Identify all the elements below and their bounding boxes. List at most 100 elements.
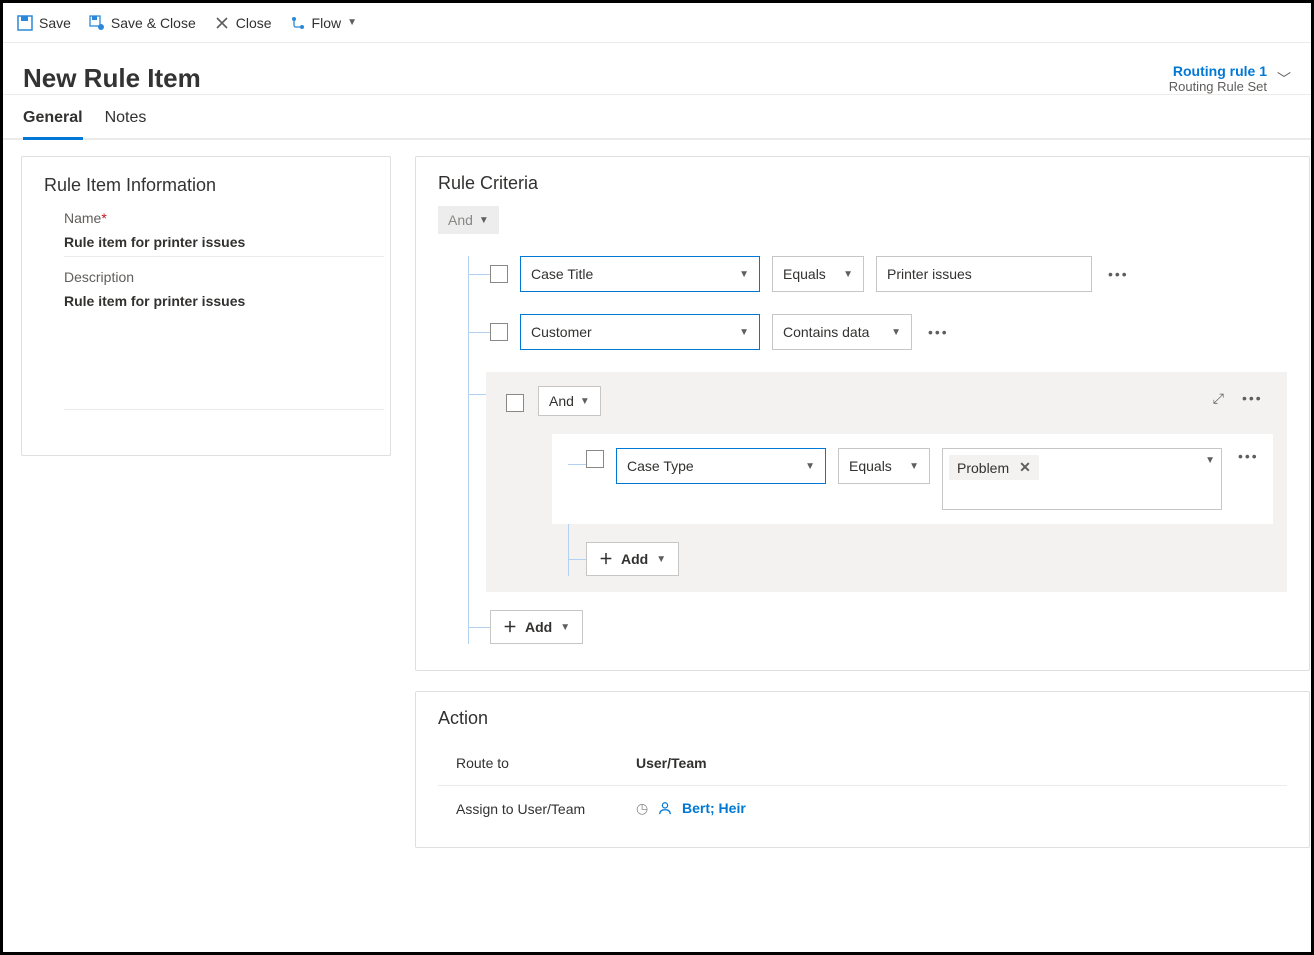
header-right: Routing rule 1 Routing Rule Set ﹀	[1169, 63, 1291, 94]
field-select[interactable]: Case Title ▼	[520, 256, 760, 292]
recent-icon: ◷	[636, 800, 648, 816]
criteria-row: Case Title ▼ Equals ▼ Printer issues •••	[444, 256, 1287, 292]
desc-label: Description	[64, 269, 134, 285]
row-more-icon[interactable]: •••	[1104, 266, 1133, 282]
page-title: New Rule Item	[23, 63, 201, 94]
rule-info-card: Rule Item Information Name* Rule item fo…	[21, 156, 391, 456]
close-label: Close	[236, 15, 272, 31]
flow-label: Flow	[312, 15, 342, 31]
chevron-down-icon: ▼	[891, 327, 901, 338]
save-close-label: Save & Close	[111, 15, 196, 31]
route-to-value[interactable]: User/Team	[636, 755, 707, 771]
chevron-down-icon: ▼	[560, 622, 570, 633]
field-select-label: Case Title	[531, 266, 593, 282]
value-tag: Problem ✕	[949, 455, 1039, 480]
flow-icon	[290, 15, 306, 31]
criteria-row: Customer ▼ Contains data ▼ •••	[444, 314, 1287, 350]
collapse-icon[interactable]: ⤢	[1213, 390, 1224, 407]
name-value[interactable]: Rule item for printer issues	[64, 234, 368, 250]
assign-value-wrapper[interactable]: ◷ Bert; Heir	[636, 800, 746, 817]
chevron-down-icon: ▼	[805, 461, 815, 472]
chevron-down-icon: ▼	[580, 396, 590, 407]
add-label: Add	[525, 619, 552, 635]
add-outer-button[interactable]: ＋ Add ▼	[490, 610, 583, 644]
tag-label: Problem	[957, 460, 1009, 476]
rule-criteria-title: Rule Criteria	[438, 173, 1287, 194]
row-more-icon[interactable]: •••	[924, 324, 953, 340]
field-select-label: Customer	[531, 324, 592, 340]
tab-general[interactable]: General	[23, 109, 83, 140]
person-icon	[658, 800, 676, 816]
group-logic-label: And	[549, 393, 574, 409]
field-separator	[64, 256, 384, 257]
save-button[interactable]: Save	[17, 15, 71, 31]
operator-select[interactable]: Contains data ▼	[772, 314, 912, 350]
rule-info-title: Rule Item Information	[44, 175, 368, 196]
row-checkbox[interactable]	[586, 450, 604, 468]
inner-add-wrap: ＋ Add ▼	[552, 542, 1273, 576]
field-select[interactable]: Customer ▼	[520, 314, 760, 350]
tree-connector	[468, 627, 490, 628]
save-label: Save	[39, 15, 71, 31]
command-bar: Save Save & Close Close Flow ▼	[3, 3, 1311, 43]
close-button[interactable]: Close	[214, 15, 272, 31]
rule-criteria-card: Rule Criteria And ▼ Case Title ▼ Equals	[415, 156, 1310, 671]
tree-connector	[568, 559, 586, 560]
routing-rule-sub: Routing Rule Set	[1169, 79, 1267, 94]
group-logic-operator[interactable]: And ▼	[538, 386, 601, 416]
add-inner-button[interactable]: ＋ Add ▼	[586, 542, 679, 576]
main-content: Rule Item Information Name* Rule item fo…	[3, 140, 1311, 864]
chevron-down-icon: ▼	[739, 327, 749, 338]
route-to-row: Route to User/Team	[438, 741, 1287, 786]
operator-select[interactable]: Equals ▼	[772, 256, 864, 292]
tab-bar: General Notes	[3, 95, 1311, 140]
tree-connector	[468, 394, 486, 395]
page-header: New Rule Item Routing rule 1 Routing Rul…	[3, 43, 1311, 95]
plus-icon: ＋	[503, 617, 517, 637]
assign-row: Assign to User/Team ◷ Bert; Heir	[438, 786, 1287, 831]
value-label: Printer issues	[887, 266, 972, 282]
routing-rule-link[interactable]: Routing rule 1	[1169, 63, 1267, 79]
value-input[interactable]: Printer issues	[876, 256, 1092, 292]
group-more-icon[interactable]: •••	[1238, 390, 1267, 407]
row-more-icon[interactable]: •••	[1234, 448, 1263, 464]
chevron-down-icon: ▼	[909, 461, 919, 472]
chevron-down-icon: ▼	[739, 269, 749, 280]
tab-notes[interactable]: Notes	[105, 109, 147, 138]
value-tag-input[interactable]: Problem ✕ ▼	[942, 448, 1222, 510]
tag-remove-icon[interactable]: ✕	[1019, 459, 1031, 476]
top-logic-label: And	[448, 212, 473, 228]
outer-add-wrap: ＋ Add ▼	[444, 610, 1287, 644]
field-select[interactable]: Case Type ▼	[616, 448, 826, 484]
assign-value: Bert; Heir	[682, 800, 746, 816]
plus-icon: ＋	[599, 549, 613, 569]
save-close-icon	[89, 15, 105, 31]
flow-button[interactable]: Flow ▼	[290, 15, 357, 31]
operator-select[interactable]: Equals ▼	[838, 448, 930, 484]
name-label: Name*	[64, 210, 107, 226]
chevron-down-icon: ▼	[656, 554, 666, 565]
save-icon	[17, 15, 33, 31]
inner-tree: Case Type ▼ Equals ▼	[552, 434, 1273, 576]
field-separator	[64, 409, 384, 410]
chevron-down-icon: ▼	[479, 215, 489, 226]
desc-value[interactable]: Rule item for printer issues	[64, 293, 368, 309]
assign-label: Assign to User/Team	[456, 801, 636, 817]
save-close-button[interactable]: Save & Close	[89, 15, 196, 31]
header-chevron-icon[interactable]: ﹀	[1277, 69, 1291, 89]
action-card: Action Route to User/Team Assign to User…	[415, 691, 1310, 848]
close-icon	[214, 15, 230, 31]
group-checkbox[interactable]	[506, 394, 524, 412]
tree-connector	[468, 274, 490, 275]
action-title: Action	[438, 708, 1287, 729]
criteria-group: ⤢ ••• And ▼	[486, 372, 1287, 592]
top-logic-operator[interactable]: And ▼	[438, 206, 499, 234]
chevron-down-icon: ▼	[1205, 455, 1215, 466]
operator-label: Equals	[783, 266, 826, 282]
row-checkbox[interactable]	[490, 265, 508, 283]
row-checkbox[interactable]	[490, 323, 508, 341]
operator-label: Equals	[849, 458, 892, 474]
chevron-down-icon: ▼	[347, 17, 357, 28]
criteria-tree: Case Title ▼ Equals ▼ Printer issues •••	[444, 256, 1287, 644]
criteria-row: Case Type ▼ Equals ▼	[552, 434, 1273, 524]
